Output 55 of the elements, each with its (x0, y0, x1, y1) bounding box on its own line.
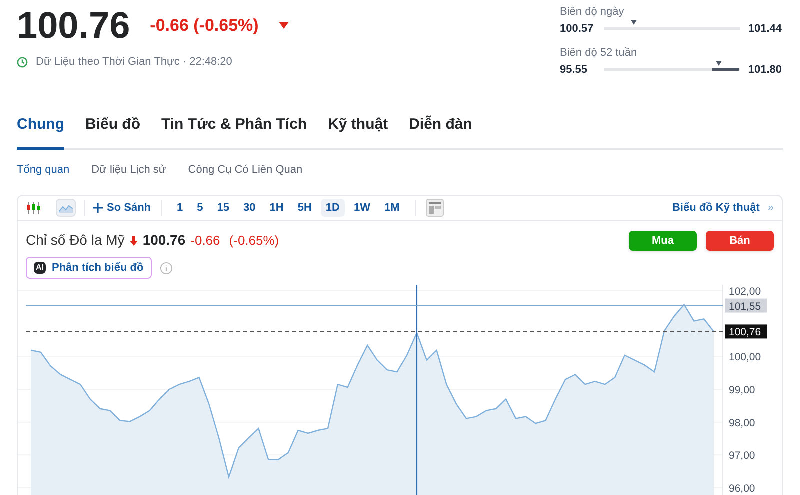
candlestick-icon[interactable] (26, 201, 42, 215)
range-high: 101.44 (748, 22, 782, 36)
timeframe-button[interactable]: 5 (192, 199, 208, 217)
subtab[interactable]: Công Cụ Có Liên Quan (188, 162, 303, 178)
range-high: 101.80 (748, 62, 782, 78)
timeframe-button[interactable]: 1H (264, 199, 289, 217)
axis-label: 100,00 (729, 352, 762, 364)
range-label: Biên độ 52 tuần (560, 46, 638, 61)
info-icon[interactable] (160, 262, 173, 274)
timeframe-button[interactable]: 1W (348, 199, 376, 217)
tab[interactable]: Tin Tức & Phân Tích (161, 114, 308, 150)
realtime-status: Dữ Liệu theo Thời Gian Thực · 22:48:20 (36, 55, 232, 70)
ai-badge: AI (34, 262, 46, 274)
axis-label: 99,00 (729, 384, 756, 396)
area-chart-button[interactable] (56, 199, 76, 217)
subtab[interactable]: Dữ liệu Lịch sử (92, 162, 166, 178)
axis-label: 96,00 (729, 483, 756, 495)
technical-chart-link[interactable]: Biểu đồ Kỹ thuật (672, 200, 760, 216)
ref-line-label: 100,76 (729, 326, 762, 339)
compare-button[interactable]: So Sánh (93, 200, 152, 216)
price: 100.76 (17, 4, 130, 48)
timeframe-button[interactable]: 15 (212, 199, 235, 217)
timeframe-button[interactable]: 1M (379, 199, 405, 217)
clock-icon (17, 56, 28, 68)
instrument-price: 100.76 (142, 231, 186, 250)
ref-line-label: 101,55 (729, 300, 762, 313)
instrument-percent: (-0.65%) (229, 232, 280, 250)
last-price-tag: 100,76 (725, 324, 767, 339)
down-arrow-icon (278, 22, 289, 30)
tab[interactable]: Biểu đồ (85, 114, 140, 150)
timeframe-button[interactable]: 5H (292, 199, 317, 217)
price-level-tag: 101,55 (725, 298, 767, 313)
axis-label: 102,00 (729, 286, 762, 298)
tab[interactable]: Chung (17, 114, 64, 150)
timeframe-button[interactable]: 1 (172, 199, 188, 217)
timeframe-button[interactable]: 30 (238, 199, 261, 217)
plus-icon (93, 203, 103, 213)
axis-label: 97,00 (729, 450, 756, 462)
range-label: Biên độ ngày (560, 5, 626, 20)
axis-label: 98,00 (729, 417, 756, 430)
range-low: 100.57 (560, 22, 595, 36)
timeframe-button[interactable]: 1D (320, 199, 345, 217)
layout-icon[interactable] (426, 199, 444, 217)
tab[interactable]: Diễn đàn (409, 114, 472, 150)
tab[interactable]: Kỹ thuật (328, 114, 388, 150)
subtab[interactable]: Tổng quan (17, 162, 70, 178)
down-arrow-icon (130, 236, 138, 246)
ai-analysis-button[interactable]: AI Phân tích biểu đồ (26, 257, 152, 279)
instrument-name: Chỉ số Đô la Mỹ (26, 231, 125, 250)
area-chart-icon (59, 204, 73, 212)
price-change: -0.66 (-0.65%) (150, 15, 259, 38)
instrument-change: -0.66 (190, 232, 220, 250)
double-arrow: » (768, 200, 774, 216)
sell-button[interactable]: Bán (706, 231, 774, 251)
range-low: 95.55 (560, 62, 589, 78)
